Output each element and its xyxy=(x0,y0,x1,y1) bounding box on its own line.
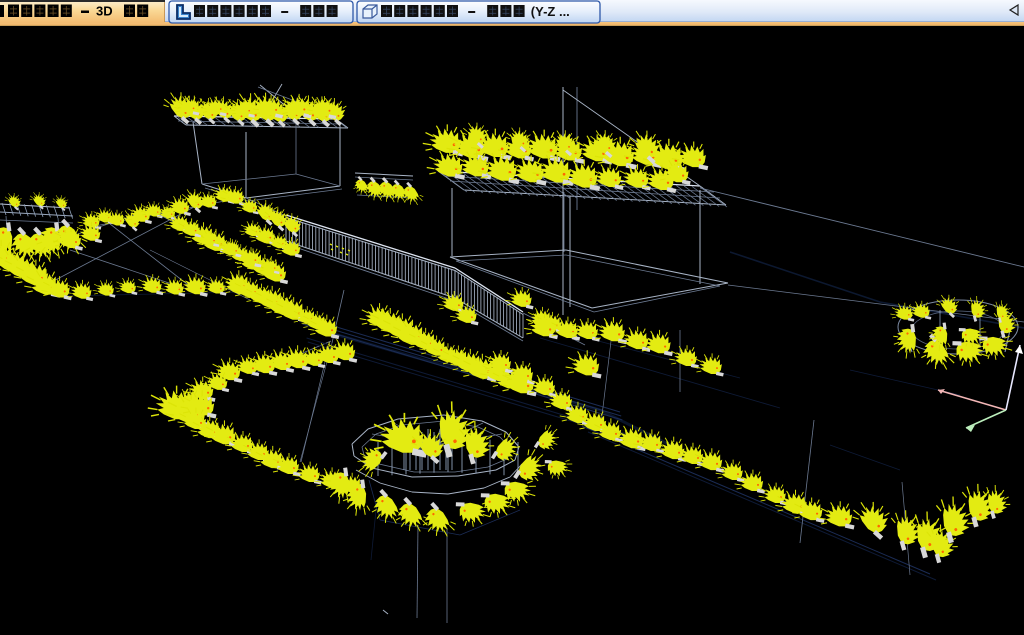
svg-text:(Y-Z ...: (Y-Z ... xyxy=(531,4,570,19)
svg-text:3D: 3D xyxy=(96,4,113,19)
